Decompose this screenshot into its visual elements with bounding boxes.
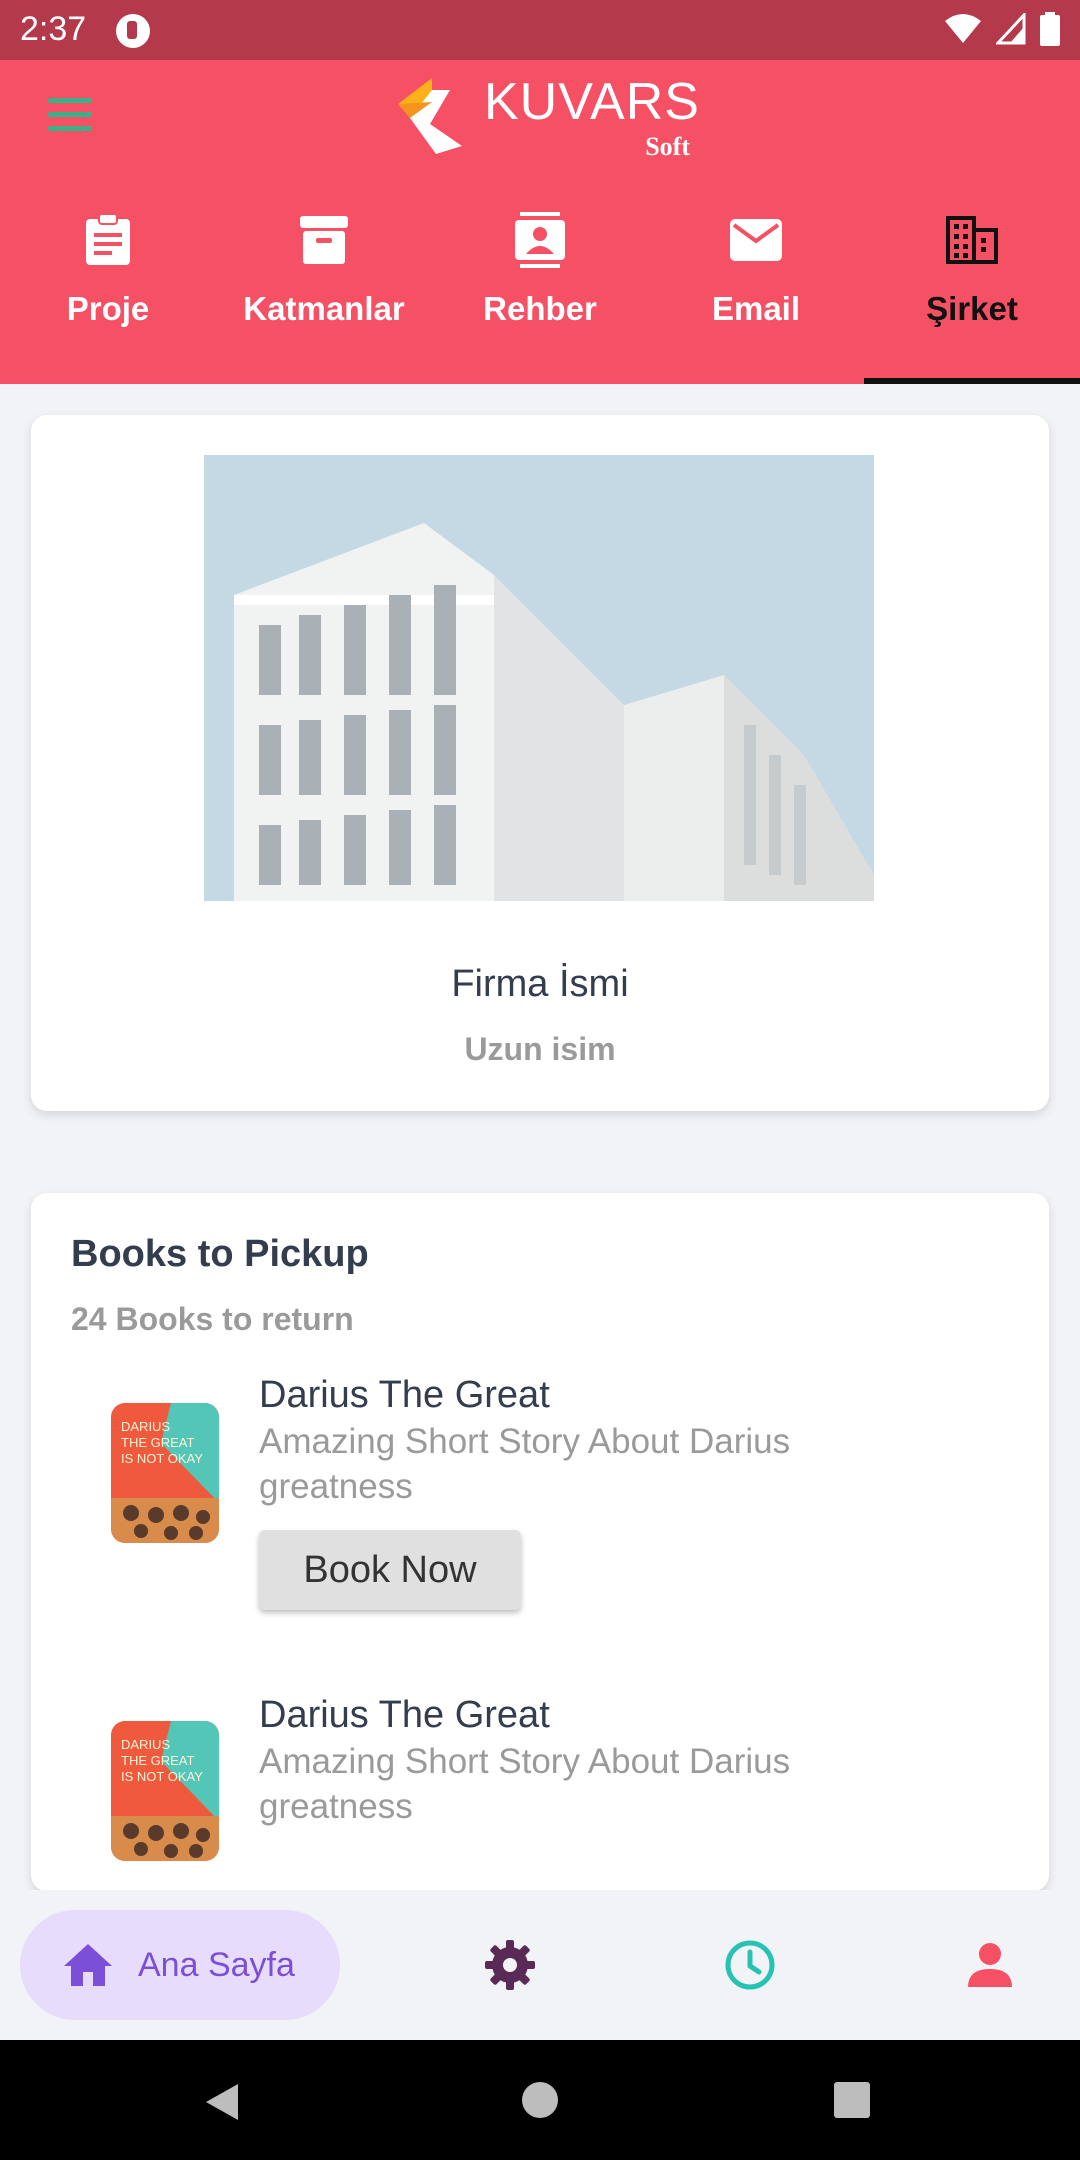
company-subtitle: Uzun isim [464,1031,616,1067]
tab-email-label: Email [711,290,801,327]
tab-rehber[interactable]: Rehber [432,198,648,384]
status-icons [944,12,1060,46]
wifi-icon [945,14,981,43]
tab-rehber-label: Rehber [483,290,597,327]
books-subtitle: 24 Books to return [71,1301,354,1337]
signal-icon [996,13,1026,45]
clipboard-icon [86,213,130,265]
book-now-button[interactable]: Book Now [259,1530,521,1610]
recents-square-icon[interactable] [834,2082,870,2118]
contacts-icon [515,212,565,268]
book-title: Darius The Great [259,1374,550,1416]
home-circle-icon[interactable] [522,2082,558,2118]
tab-sirket-label: Şirket [926,290,1018,327]
kuvars-logo: KUVARS Soft [392,72,702,162]
battery-icon [1040,12,1060,46]
tab-katmanlar[interactable]: Katmanlar [216,198,432,384]
building-image-icon [204,455,874,901]
settings-icon [485,1940,535,1990]
system-nav-bar [0,2040,1080,2160]
tab-katmanlar-label: Katmanlar [243,290,405,327]
home-icon [64,1944,112,1986]
menu-button[interactable] [40,90,100,140]
books-card: Books to Pickup 24 Books to return DARIU… [31,1193,1049,1891]
nav-home[interactable]: Ana Sayfa [20,1910,340,2020]
company-image [204,455,874,901]
book-description: Amazing Short Story About Darius greatne… [259,1422,791,1506]
app-header: KUVARS Soft Proje Katmanlar Rehber Email… [0,60,1080,384]
top-tabs: Proje Katmanlar Rehber Email Şirket [0,198,1080,384]
logo-subtext: Soft [645,132,690,161]
logo-text: KUVARS [484,73,700,131]
notification-app-icon [116,14,150,48]
business-icon [946,216,998,264]
company-card: Firma İsmi Uzun isim [31,415,1049,1111]
person-icon [968,1943,1012,1987]
tab-email[interactable]: Email [648,198,864,384]
book-cover: DARIUS THE GREAT IS NOT OKAY [111,1721,219,1861]
status-time: 2:37 [20,10,87,48]
tab-proje[interactable]: Proje [0,198,216,384]
book-cover-image-icon: DARIUS THE GREAT IS NOT OKAY [111,1721,219,1861]
book-cover: DARIUS THE GREAT IS NOT OKAY [111,1403,219,1543]
archive-icon [300,216,348,264]
nav-settings[interactable] [455,1910,565,2020]
book-description: Amazing Short Story About Darius greatne… [259,1742,791,1826]
back-icon[interactable] [204,2082,240,2122]
books-title: Books to Pickup [71,1233,369,1275]
clock-icon [725,1940,775,1990]
bottom-nav: Ana Sayfa [0,1890,1080,2040]
mail-icon [730,219,782,261]
logo-mark-icon [398,78,462,154]
book-title: Darius The Great [259,1694,550,1736]
status-bar: 2:37 [0,0,1080,60]
nav-profile[interactable] [935,1910,1045,2020]
nav-history[interactable] [695,1910,805,2020]
company-name: Firma İsmi [451,963,629,1005]
tab-sirket[interactable]: Şirket [864,198,1080,384]
book-cover-image-icon: DARIUS THE GREAT IS NOT OKAY [111,1403,219,1543]
tab-proje-label: Proje [66,290,150,327]
nav-home-label: Ana Sayfa [138,1945,295,1984]
